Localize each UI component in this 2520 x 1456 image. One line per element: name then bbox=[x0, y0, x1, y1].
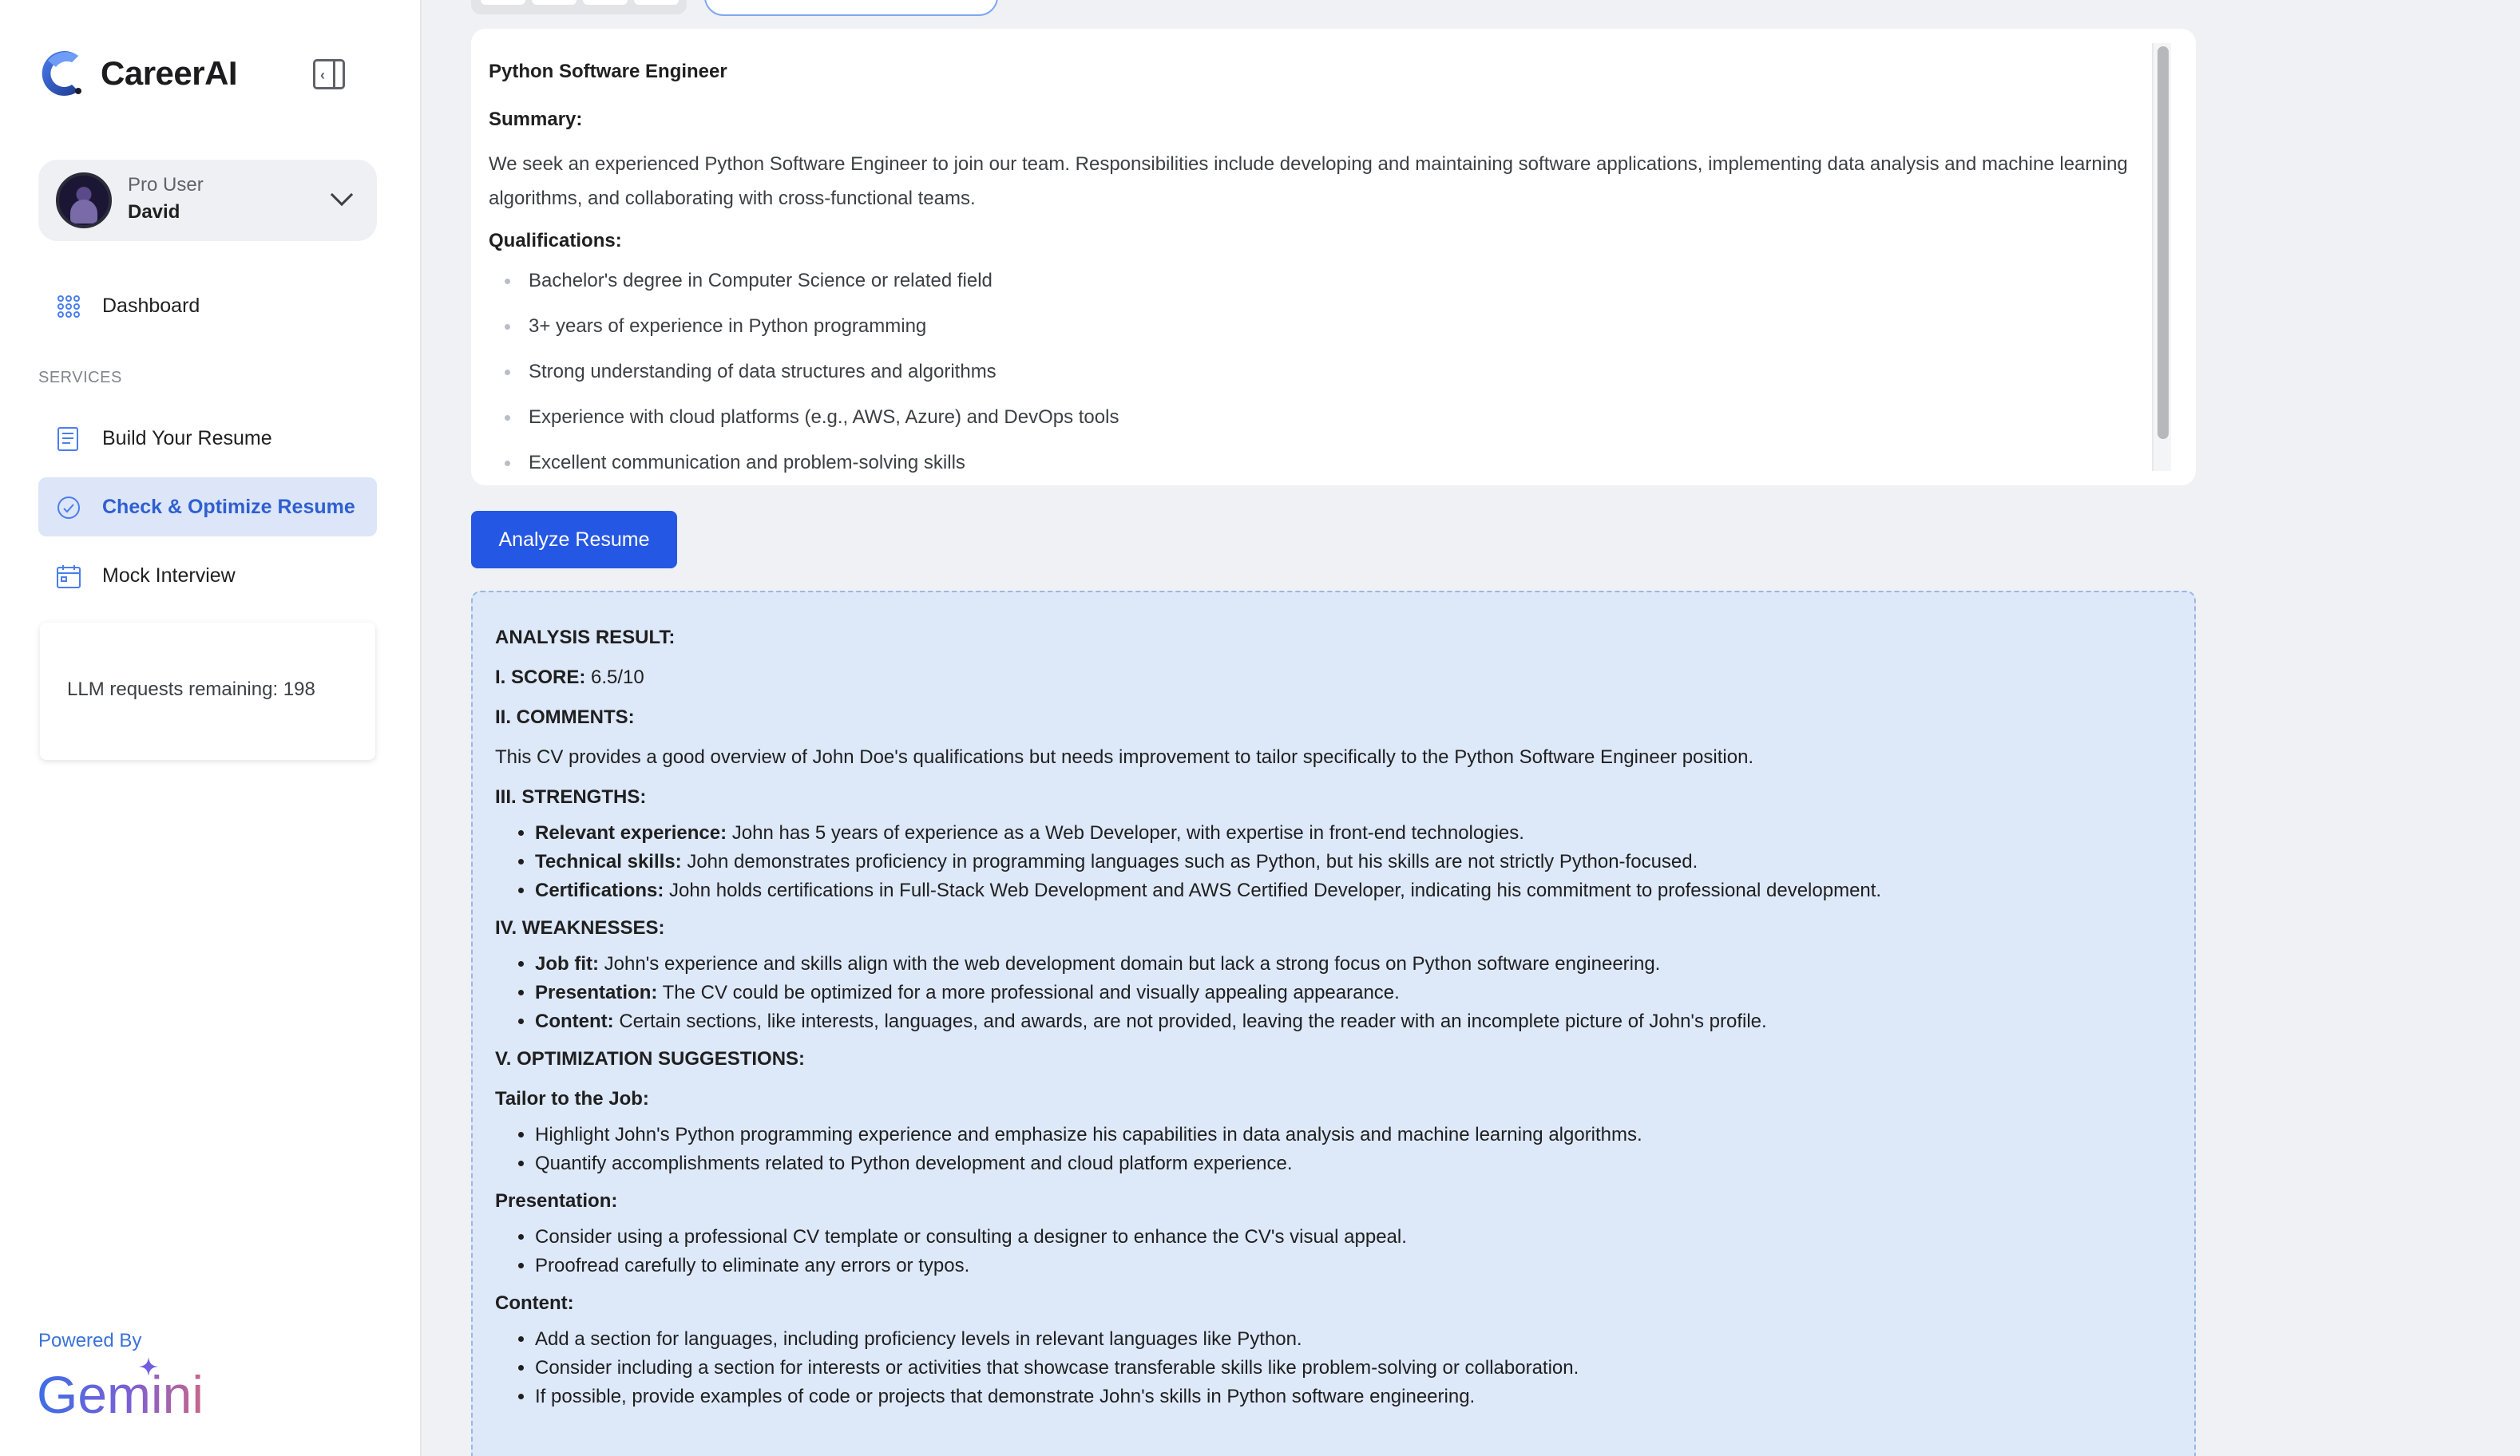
content-heading: Content: bbox=[495, 1292, 574, 1314]
grid-icon bbox=[57, 295, 80, 318]
brand[interactable]: CareerAI bbox=[38, 45, 238, 102]
list-item: Technical skills: John demonstrates prof… bbox=[535, 848, 2194, 876]
score-line: I. SCORE: 6.5/10 bbox=[495, 658, 2194, 698]
chevron-down-icon bbox=[330, 183, 354, 207]
sidebar-item-dashboard[interactable]: Dashboard bbox=[38, 276, 377, 335]
scrollbar-thumb[interactable] bbox=[2157, 46, 2169, 439]
list-item: Add a section for languages, including p… bbox=[535, 1325, 2194, 1354]
content-list: Add a section for languages, including p… bbox=[535, 1325, 2194, 1411]
qualifications-list: Bachelor's degree in Computer Science or… bbox=[489, 263, 2165, 485]
toolbar-button[interactable] bbox=[481, 0, 525, 5]
main-content: Python Software Engineer Summary: We see… bbox=[423, 0, 2520, 1456]
optimization-heading: V. OPTIMIZATION SUGGESTIONS: bbox=[495, 1048, 806, 1070]
list-item: Consider including a section for interes… bbox=[535, 1354, 2194, 1383]
tailor-heading: Tailor to the Job: bbox=[495, 1088, 649, 1110]
toolbar-button[interactable] bbox=[583, 0, 628, 5]
sidebar-item-label: Build Your Resume bbox=[102, 426, 272, 449]
user-name: David bbox=[128, 201, 180, 223]
list-item: Experience with cloud platforms (e.g., A… bbox=[489, 400, 2165, 445]
editor-toolbar[interactable] bbox=[471, 0, 687, 14]
sidebar-item-label: Dashboard bbox=[102, 294, 200, 317]
chevron-left-icon: ‹ bbox=[320, 67, 325, 83]
check-circle-icon bbox=[57, 497, 80, 519]
analysis-heading: ANALYSIS RESULT: bbox=[495, 627, 676, 648]
sidebar-item-mock-interview[interactable]: Mock Interview bbox=[38, 546, 377, 605]
toolbar-button[interactable] bbox=[532, 0, 577, 5]
gemini-logo-icon: Gemini bbox=[37, 1357, 204, 1421]
sidebar-item-build-resume[interactable]: Build Your Resume bbox=[38, 409, 377, 468]
gemini-wordmark: Gemini bbox=[37, 1365, 204, 1421]
sidebar-item-label: Mock Interview bbox=[102, 564, 236, 587]
presentation-list: Consider using a professional CV templat… bbox=[535, 1223, 2194, 1280]
list-item: Consider using a professional CV templat… bbox=[535, 1223, 2194, 1252]
job-description-scroll-area[interactable]: Python Software Engineer Summary: We see… bbox=[489, 43, 2165, 500]
analyze-resume-button[interactable]: Analyze Resume bbox=[471, 511, 677, 568]
powered-by-label: Powered By bbox=[38, 1330, 142, 1351]
list-item: Strong understanding of data structures … bbox=[489, 354, 2165, 400]
user-role: Pro User bbox=[128, 174, 204, 196]
list-item: Job fit: John's experience and skills al… bbox=[535, 950, 2194, 979]
analysis-result-panel: ANALYSIS RESULT: I. SCORE: 6.5/10 II. CO… bbox=[471, 591, 2196, 1456]
summary-heading: Summary: bbox=[489, 109, 583, 130]
weaknesses-heading: IV. WEAKNESSES: bbox=[495, 917, 665, 939]
list-item: Excellent communication and problem-solv… bbox=[489, 445, 2165, 485]
score-value: 6.5/10 bbox=[591, 667, 644, 688]
summary-text: We seek an experienced Python Software E… bbox=[489, 153, 2128, 209]
collapse-sidebar-button[interactable]: ‹ bbox=[313, 59, 345, 89]
list-item: Highlight John's Python programming expe… bbox=[535, 1121, 2194, 1149]
list-item: 3+ years of experience in Python program… bbox=[489, 309, 2165, 354]
list-item: Quantify accomplishments related to Pyth… bbox=[535, 1149, 2194, 1178]
presentation-heading: Presentation: bbox=[495, 1190, 618, 1212]
list-item: If possible, provide examples of code or… bbox=[535, 1383, 2194, 1411]
list-item: Presentation: The CV could be optimized … bbox=[535, 979, 2194, 1007]
comments-text: This CV provides a good overview of John… bbox=[495, 746, 1754, 768]
list-item: Relevant experience: John has 5 years of… bbox=[535, 819, 2194, 848]
list-item: Certifications: John holds certification… bbox=[535, 876, 2194, 905]
upload-pill-button[interactable] bbox=[704, 0, 998, 16]
llm-usage-card: LLM requests remaining: 198 bbox=[40, 623, 375, 760]
document-icon bbox=[57, 427, 78, 451]
strengths-list: Relevant experience: John has 5 years of… bbox=[535, 819, 2194, 905]
list-item: Proofread carefully to eliminate any err… bbox=[535, 1252, 2194, 1280]
toolbar-button[interactable] bbox=[634, 0, 679, 5]
score-label: I. SCORE: bbox=[495, 667, 586, 688]
services-section-label: SERVICES bbox=[38, 369, 122, 386]
sidebar-item-label: Check & Optimize Resume bbox=[102, 495, 355, 518]
comments-heading: II. COMMENTS: bbox=[495, 706, 635, 728]
tailor-list: Highlight John's Python programming expe… bbox=[535, 1121, 2194, 1178]
avatar bbox=[56, 172, 112, 228]
app-name: CareerAI bbox=[101, 54, 238, 92]
weaknesses-list: Job fit: John's experience and skills al… bbox=[535, 950, 2194, 1036]
job-description-panel[interactable]: Python Software Engineer Summary: We see… bbox=[471, 29, 2196, 485]
list-item: Bachelor's degree in Computer Science or… bbox=[489, 263, 2165, 309]
llm-requests-remaining: LLM requests remaining: 198 bbox=[67, 679, 315, 700]
sidebar-item-check-optimize[interactable]: Check & Optimize Resume bbox=[38, 477, 377, 536]
job-title: Python Software Engineer bbox=[489, 61, 727, 82]
sidebar: CareerAI ‹ Pro User David Dashboard SERV… bbox=[0, 0, 422, 1456]
strengths-heading: III. STRENGTHS: bbox=[495, 786, 647, 808]
list-item: Content: Certain sections, like interest… bbox=[535, 1007, 2194, 1036]
careerai-logo-icon bbox=[42, 51, 81, 96]
calendar-icon bbox=[57, 565, 81, 588]
qualifications-heading: Qualifications: bbox=[489, 230, 622, 251]
user-menu[interactable]: Pro User David bbox=[38, 160, 377, 241]
